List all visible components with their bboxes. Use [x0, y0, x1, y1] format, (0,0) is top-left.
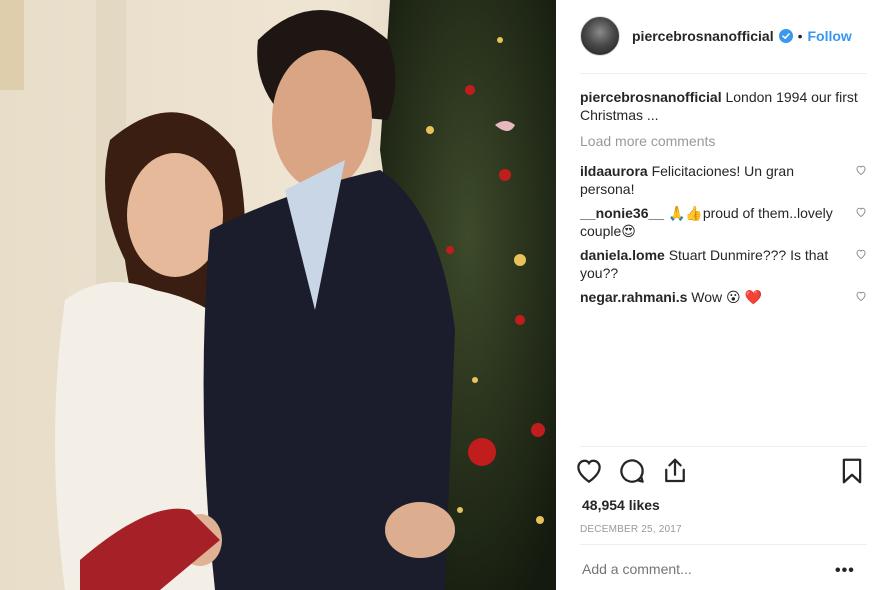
divider: [580, 544, 867, 545]
post-side-panel: piercebrosnanofficial • Follow piercebro…: [556, 0, 889, 590]
heart-icon[interactable]: [855, 206, 867, 218]
action-bar: [572, 456, 867, 488]
load-more-comments-button[interactable]: Load more comments: [580, 132, 867, 150]
comment-item: daniela.lome Stuart Dunmire??? Is that y…: [580, 246, 867, 282]
heart-icon[interactable]: [574, 456, 604, 486]
header-username[interactable]: piercebrosnanofficial: [632, 28, 774, 44]
separator-dot: •: [797, 28, 803, 44]
heart-icon[interactable]: [855, 290, 867, 302]
caption-username[interactable]: piercebrosnanofficial: [580, 89, 722, 105]
post-header: piercebrosnanofficial • Follow: [580, 16, 867, 56]
comment-text: Wow 😮 ❤️: [691, 289, 762, 305]
verified-badge-icon: [778, 29, 793, 43]
heart-icon[interactable]: [855, 164, 867, 176]
post-date: DECEMBER 25, 2017: [580, 524, 682, 535]
comment-icon[interactable]: [617, 456, 647, 486]
avatar[interactable]: [580, 16, 620, 56]
comment-item: __nonie36__ 🙏👍proud of them..lovely coup…: [580, 204, 867, 240]
comment-username[interactable]: ildaaurora: [580, 163, 648, 179]
divider: [580, 73, 867, 74]
comment-username[interactable]: negar.rahmani.s: [580, 289, 687, 305]
comment-item: ildaaurora Felicitaciones! Un gran perso…: [580, 162, 867, 198]
likes-count[interactable]: 48,954 likes: [582, 497, 660, 513]
post-caption: piercebrosnanofficial London 1994 our fi…: [580, 88, 867, 124]
follow-button[interactable]: Follow: [808, 28, 852, 44]
add-comment-input[interactable]: [582, 561, 822, 577]
comment-username[interactable]: __nonie36__: [580, 205, 664, 221]
comments-list: piercebrosnanofficial London 1994 our fi…: [580, 88, 867, 312]
more-options-button[interactable]: •••: [835, 562, 855, 580]
heart-icon[interactable]: [855, 248, 867, 260]
photo-illustration: [0, 0, 556, 590]
comment-username[interactable]: daniela.lome: [580, 247, 665, 263]
divider: [580, 446, 867, 447]
share-icon[interactable]: [660, 456, 690, 486]
comment-item: negar.rahmani.s Wow 😮 ❤️: [580, 288, 867, 306]
post-photo[interactable]: [0, 0, 556, 590]
instagram-post: piercebrosnanofficial • Follow piercebro…: [0, 0, 889, 590]
bookmark-icon[interactable]: [837, 456, 867, 486]
